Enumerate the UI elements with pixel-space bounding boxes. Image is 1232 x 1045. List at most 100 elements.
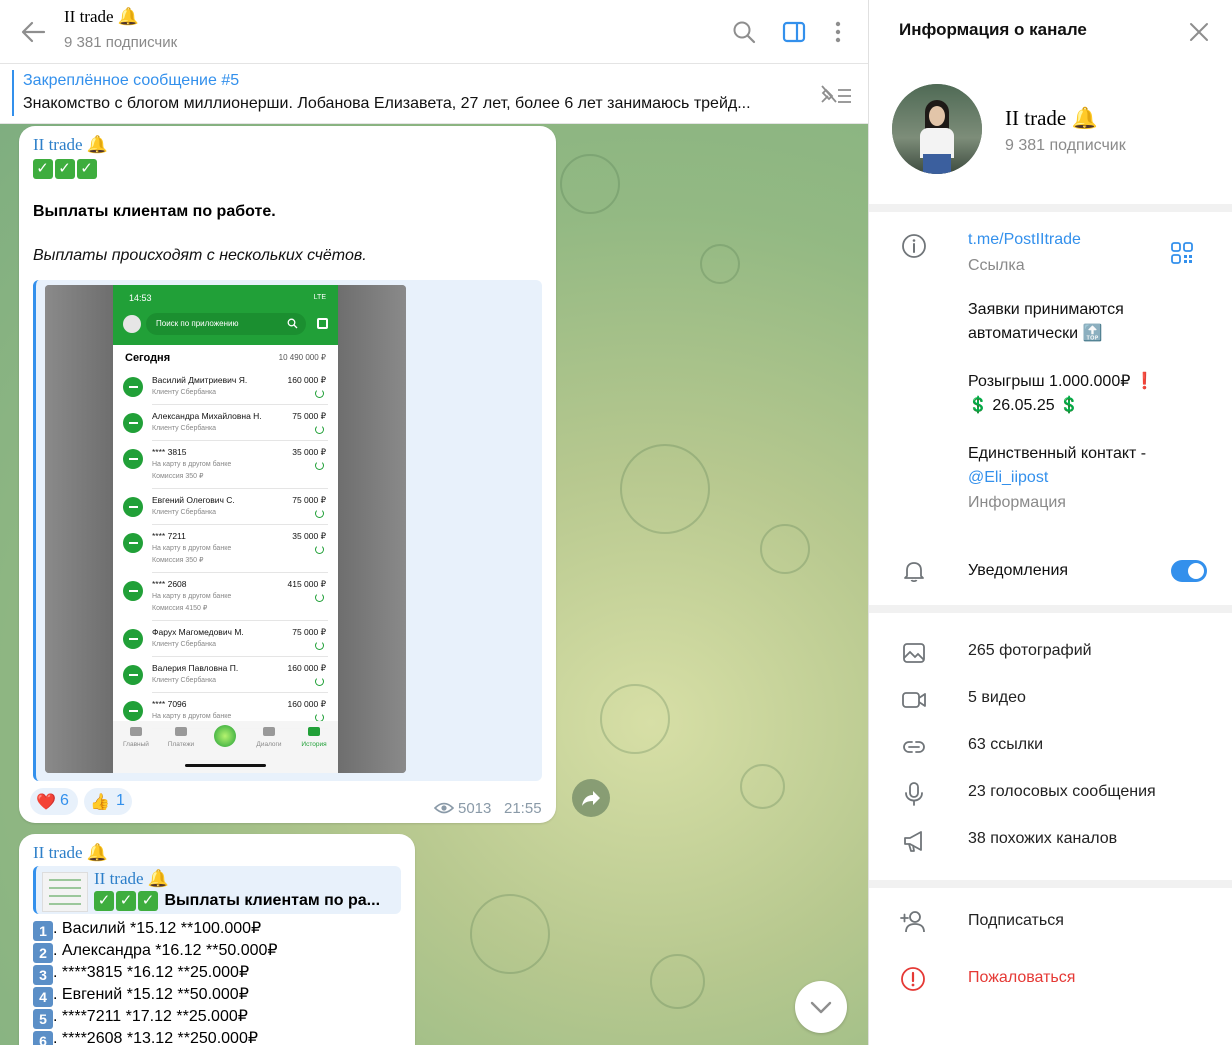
media-voice[interactable]: 23 голосовых сообщения [869,771,1232,818]
share-button[interactable] [572,779,610,817]
message-author[interactable]: II trade 🔔 [33,135,108,155]
transaction-amount: 160 000 ₽ [287,375,327,385]
phone-tabbar: Главный Платежи Диалоги История [113,721,338,773]
phone-assistant-icon [214,725,236,747]
transaction-note: Клиенту Сбербанка [152,641,217,648]
transfer-icon [123,497,143,517]
back-arrow-icon[interactable] [18,18,48,46]
media-label: 63 ссылки [968,736,1044,753]
transaction-name: Александра Михайловна Н. [152,411,262,421]
subscribe-button[interactable]: Подписаться [869,894,1232,951]
description-line: Заявки принимаются [968,301,1124,318]
payout-text: . ****7211 *17.12 **25.000₽ [53,1008,248,1025]
number-emoji: 6 [33,1031,53,1045]
chat-header: II trade 🔔 9 381 подписчик [0,0,868,64]
check-emoji-icon: ✓ [138,891,158,911]
notifications-label: Уведомления [968,562,1069,579]
close-icon[interactable] [1187,20,1211,44]
payout-list-item: 2. Александра *16.12 **50.000₽ [33,940,278,963]
sidebar-toggle-icon[interactable] [780,18,808,46]
payout-list-item: 5. ****7211 *17.12 **25.000₽ [33,1006,248,1029]
reaction-count: 1 [116,792,125,809]
share-arrow-icon [582,791,600,806]
payment-screenshot[interactable]: 14:53 LTE Поиск по приложению Сегодня 10… [45,285,406,773]
profile-card: II trade 🔔 9 381 подписчик [869,64,1232,204]
transfer-icon [123,701,143,721]
warning-icon [901,967,925,991]
channel-title[interactable]: II trade 🔔 [64,7,139,27]
payout-text: . Василий *15.12 **100.000₽ [53,920,262,937]
channel-avatar[interactable] [892,84,982,174]
description-mention[interactable]: @Eli_iipost [968,466,1048,490]
transfer-icon [123,377,143,397]
pinned-text[interactable]: Знакомство с блогом миллионерши. Лобанов… [23,95,793,113]
search-icon[interactable] [730,18,758,46]
transaction-note: На карту в другом банке [152,593,232,600]
reaction-thumbs-up[interactable]: 👍 1 [84,788,132,815]
scroll-down-button[interactable] [795,981,847,1033]
payout-list-item: 3. ****3815 *16.12 **25.000₽ [33,962,249,985]
message-author[interactable]: II trade 🔔 [33,843,108,863]
number-emoji: 4 [33,987,53,1007]
transaction-amount: 75 000 ₽ [292,627,326,637]
views-eye-icon [434,802,454,814]
media-videos[interactable]: 5 видео [869,677,1232,724]
qr-code-icon[interactable] [1171,242,1193,264]
reply-quote[interactable]: II trade 🔔 ✓ ✓ ✓ Выплаты клиентам по ра... [33,866,401,914]
phone-transaction-row: Александра Михайловна Н. Клиенту Сбербанк… [113,405,338,441]
megaphone-icon [904,831,922,852]
report-button[interactable]: Пожаловаться [869,951,1232,1008]
phone-tab: История [301,741,327,748]
reply-thumbnail [42,872,88,912]
transaction-note: Клиенту Сбербанка [152,389,217,396]
media-label: 38 похожих каналов [968,830,1118,847]
repeat-icon [315,425,324,434]
phone-search-placeholder: Поиск по приложению [156,319,239,328]
media-similar-channels[interactable]: 38 похожих каналов [869,818,1232,865]
phone-time: 14:53 [129,293,152,303]
add-user-icon [900,911,925,933]
check-emoji-icon: ✓ [77,159,97,179]
phone-avatar [123,315,141,333]
channel-link[interactable]: t.me/PostIItrade [968,231,1081,249]
transaction-amount: 160 000 ₽ [287,663,327,673]
repeat-icon [315,641,324,650]
transaction-fee: Комиссия 4150 ₽ [152,605,208,612]
repeat-icon [315,545,324,554]
pinned-list-icon[interactable] [818,82,854,108]
chevron-down-icon [810,1001,832,1014]
transaction-name: Фарух Магомедович М. [152,627,244,637]
channel-subscribers-count: 9 381 подписчик [1005,137,1126,154]
transaction-note: Клиенту Сбербанка [152,509,217,516]
reaction-heart[interactable]: ❤️ 6 [30,788,78,815]
payout-text: . Александра *16.12 **50.000₽ [53,942,278,959]
phone-tab: Платежи [167,741,195,748]
transaction-amount: 35 000 ₽ [292,531,326,541]
transfer-icon [123,449,143,469]
repeat-icon [315,593,324,602]
message-subline: Выплаты происходят с нескольких счётов. [33,247,367,264]
more-options-icon[interactable] [824,18,852,46]
phone-status: LTE [313,294,326,301]
pinned-title[interactable]: Закреплённое сообщение #5 [23,72,239,90]
report-label: Пожаловаться [968,969,1076,986]
pinned-indicator [12,70,14,116]
description-line: Розыгрыш 1.000.000₽ ❗ [968,373,1155,390]
reply-text-body: Выплаты клиентам по ра... [164,892,381,909]
notifications-toggle[interactable] [1171,560,1207,582]
media-photos[interactable]: 265 фотографий [869,630,1232,677]
payout-text: . ****3815 *16.12 **25.000₽ [53,964,250,981]
phone-transaction-row: **** 2608 На карту в другом банке Комиссия… [113,573,338,621]
phone-transaction-row: **** 3815 На карту в другом банке Комиссия… [113,441,338,489]
description-caption: Информация [968,494,1066,511]
photo-icon [903,643,925,663]
transaction-amount: 75 000 ₽ [292,495,326,505]
message-headline: Выплаты клиентам по работе. [33,203,276,220]
media-links[interactable]: 63 ссылки [869,724,1232,771]
transfer-icon [123,533,143,553]
check-emoji-icon: ✓ [94,891,114,911]
phone-transaction-row: Евгений Олегович С. Клиенту Сбербанка 75 0… [113,489,338,525]
message-time: 21:55 [504,800,542,817]
bell-icon [904,562,924,583]
contact-mention-link[interactable]: @Eli_iipost [968,469,1048,486]
